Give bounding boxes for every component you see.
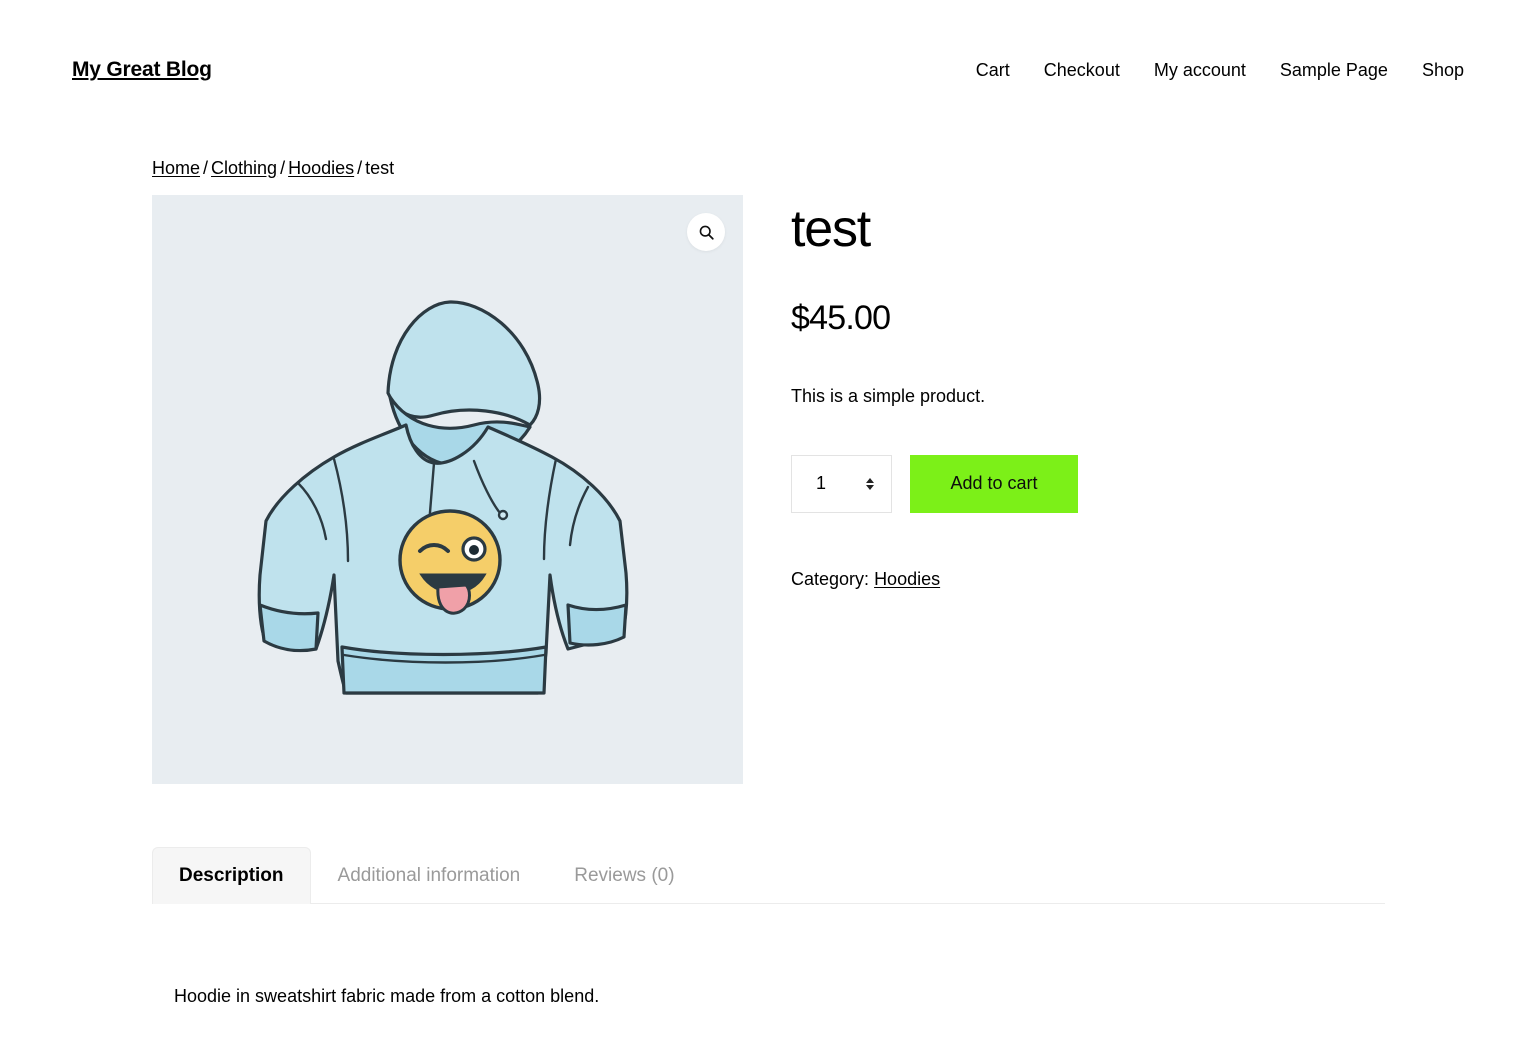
nav-item-checkout[interactable]: Checkout [1044, 60, 1120, 81]
chevron-down-icon[interactable] [866, 485, 874, 490]
product-tabs: Description Additional information Revie… [152, 846, 1385, 904]
tab-description[interactable]: Description [152, 847, 311, 904]
add-to-cart-form: Add to cart [791, 455, 1391, 513]
product-image[interactable] [152, 195, 743, 784]
breadcrumb-separator: / [354, 158, 365, 178]
search-icon [698, 224, 715, 241]
site-header: My Great Blog Cart Checkout My account S… [0, 0, 1536, 100]
zoom-image-button[interactable] [687, 213, 725, 251]
product-gallery[interactable] [152, 195, 743, 784]
tab-reviews[interactable]: Reviews (0) [547, 847, 701, 904]
site-title[interactable]: My Great Blog [72, 58, 212, 82]
tab-additional-information[interactable]: Additional information [311, 847, 548, 904]
quantity-stepper[interactable] [791, 455, 892, 513]
product-tabs-section: Description Additional information Revie… [0, 846, 1536, 1011]
breadcrumb-item-current: test [365, 158, 394, 178]
nav-item-cart[interactable]: Cart [976, 60, 1010, 81]
primary-navigation: Cart Checkout My account Sample Page Sho… [976, 60, 1464, 81]
nav-item-shop[interactable]: Shop [1422, 60, 1464, 81]
breadcrumb-item-clothing[interactable]: Clothing [211, 158, 277, 178]
add-to-cart-button[interactable]: Add to cart [910, 455, 1078, 513]
category-label: Category: [791, 569, 869, 589]
breadcrumb-separator: / [200, 158, 211, 178]
product-price: $45.00 [791, 299, 1391, 338]
hoodie-illustration [238, 275, 658, 705]
product-category: Category: Hoodies [791, 569, 1391, 590]
main-content: Home/Clothing/Hoodies/test [0, 156, 1536, 784]
breadcrumb: Home/Clothing/Hoodies/test [152, 156, 1464, 181]
product-short-description: This is a simple product. [791, 382, 1391, 411]
category-link-hoodies[interactable]: Hoodies [874, 569, 940, 589]
quantity-spinner[interactable] [861, 478, 879, 490]
product-title: test [791, 203, 1391, 255]
breadcrumb-separator: / [277, 158, 288, 178]
nav-item-sample-page[interactable]: Sample Page [1280, 60, 1388, 81]
tab-panel-description: Hoodie in sweatshirt fabric made from a … [152, 904, 1464, 1011]
breadcrumb-item-home[interactable]: Home [152, 158, 200, 178]
nav-item-my-account[interactable]: My account [1154, 60, 1246, 81]
breadcrumb-item-hoodies[interactable]: Hoodies [288, 158, 354, 178]
product-summary: test $45.00 This is a simple product. Ad… [791, 195, 1391, 590]
quantity-input[interactable] [814, 472, 844, 495]
product-container: test $45.00 This is a simple product. Ad… [152, 195, 1464, 784]
chevron-up-icon[interactable] [866, 478, 874, 483]
